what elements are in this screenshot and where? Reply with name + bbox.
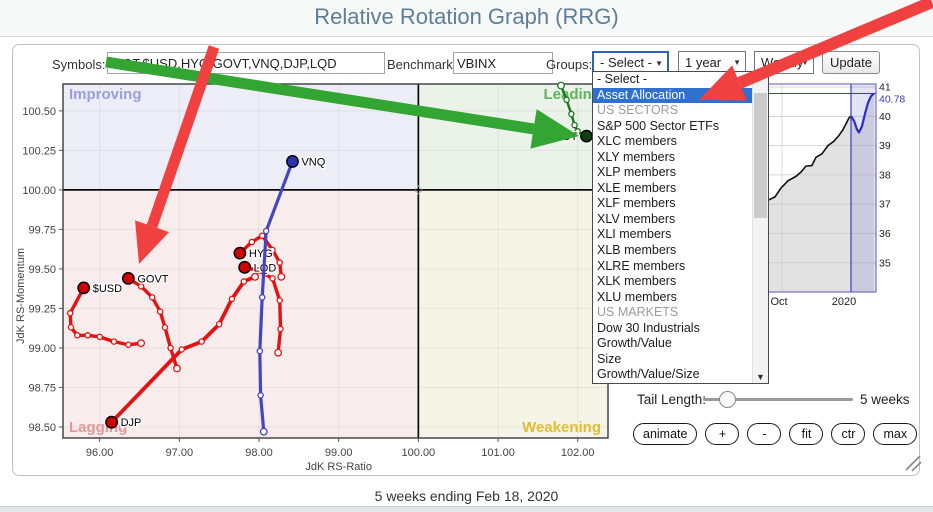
dropdown-option-16[interactable]: Dow 30 Industrials bbox=[593, 321, 752, 337]
max-button[interactable]: max bbox=[873, 423, 917, 445]
chart-caption: 5 weeks ending Feb 18, 2020 bbox=[0, 488, 933, 504]
chevron-down-icon: ▼ bbox=[655, 59, 663, 68]
bottom-strip bbox=[0, 506, 933, 512]
dropdown-option-6[interactable]: XLP members bbox=[593, 165, 752, 181]
dropdown-option-0[interactable]: - Select - bbox=[593, 72, 752, 88]
period-select-value: 1 year bbox=[685, 55, 721, 70]
page-title: Relative Rotation Graph (RRG) bbox=[0, 4, 933, 30]
symbols-input[interactable] bbox=[107, 52, 385, 74]
dropdown-option-18[interactable]: Size bbox=[593, 352, 752, 368]
scroll-down-icon[interactable]: ▼ bbox=[753, 372, 768, 382]
dropdown-option-1[interactable]: Asset Allocation bbox=[593, 88, 752, 104]
symbols-label: Symbols: bbox=[52, 57, 105, 72]
center-button[interactable]: ctr bbox=[831, 423, 865, 445]
chevron-down-icon: ▼ bbox=[733, 58, 741, 67]
groups-label: Groups: bbox=[546, 57, 592, 72]
zoom-in-button[interactable]: + bbox=[705, 423, 739, 445]
dropdown-option-7[interactable]: XLE members bbox=[593, 181, 752, 197]
dropdown-option-12[interactable]: XLRE members bbox=[593, 259, 752, 275]
fit-button[interactable]: fit bbox=[789, 423, 823, 445]
chevron-down-icon: ▼ bbox=[801, 58, 809, 67]
tail-length-label: Tail Length: bbox=[637, 392, 706, 407]
dropdown-option-15[interactable]: US MARKETS bbox=[593, 305, 752, 321]
dropdown-option-10[interactable]: XLI members bbox=[593, 227, 752, 243]
dropdown-option-14[interactable]: XLU members bbox=[593, 290, 752, 306]
tail-length-slider-knob[interactable] bbox=[719, 391, 736, 408]
benchmark-label: Benchmark: bbox=[387, 57, 456, 72]
groups-dropdown-list: - Select -Asset AllocationUS SECTORSS&P … bbox=[592, 71, 769, 384]
rrg-panel bbox=[12, 44, 920, 476]
update-button[interactable]: Update bbox=[822, 51, 880, 74]
dropdown-option-4[interactable]: XLC members bbox=[593, 134, 752, 150]
tail-length-value: 5 weeks bbox=[860, 392, 910, 407]
dropdown-scrollbar[interactable]: ▼ bbox=[752, 72, 768, 383]
dropdown-option-8[interactable]: XLF members bbox=[593, 196, 752, 212]
dropdown-option-17[interactable]: Growth/Value bbox=[593, 336, 752, 352]
benchmark-input[interactable] bbox=[453, 52, 553, 74]
dropdown-scrollbar-thumb[interactable] bbox=[754, 93, 767, 218]
groups-select-value: - Select - bbox=[600, 55, 652, 70]
dropdown-option-5[interactable]: XLY members bbox=[593, 150, 752, 166]
dropdown-option-19[interactable]: Growth/Value/Size bbox=[593, 367, 752, 383]
zoom-out-button[interactable]: - bbox=[747, 423, 781, 445]
frequency-select-value: Weekly bbox=[761, 55, 803, 70]
dropdown-option-11[interactable]: XLB members bbox=[593, 243, 752, 259]
dropdown-option-2[interactable]: US SECTORS bbox=[593, 103, 752, 119]
dropdown-option-9[interactable]: XLV members bbox=[593, 212, 752, 228]
dropdown-option-13[interactable]: XLK members bbox=[593, 274, 752, 290]
animate-button[interactable]: animate bbox=[633, 423, 697, 445]
dropdown-option-3[interactable]: S&P 500 Sector ETFs bbox=[593, 119, 752, 135]
